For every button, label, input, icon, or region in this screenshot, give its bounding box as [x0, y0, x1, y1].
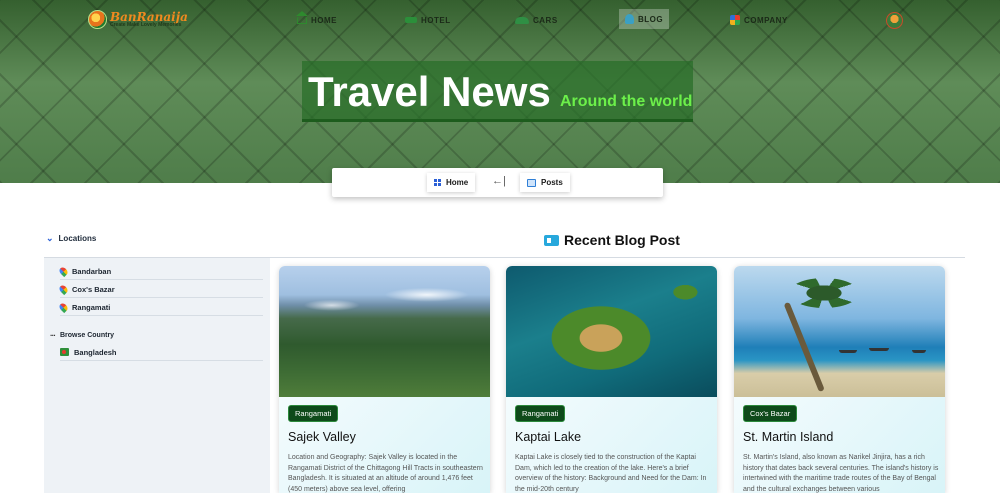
- blog-card-st-martin-island[interactable]: Cox's Bazar St. Martin Island St. Martin…: [734, 266, 945, 493]
- map-pin-icon: [57, 283, 70, 295]
- blog-card-title[interactable]: St. Martin Island: [743, 430, 833, 444]
- sidebar-item-label: Bandarban: [72, 266, 112, 276]
- map-pin-icon: [57, 265, 70, 277]
- page-subtitle: Around the world: [560, 93, 693, 110]
- blog-card-sajek-valley[interactable]: Rangamati Sajek Valley Location and Geog…: [279, 266, 490, 493]
- blog-card-excerpt: Kaptai Lake is closely tied to the const…: [515, 454, 707, 493]
- breadcrumb-home[interactable]: Home: [427, 173, 476, 192]
- page-title: Travel News: [308, 68, 551, 115]
- breadcrumb-home-label: Home: [446, 178, 469, 187]
- location-tag[interactable]: Rangamati: [288, 405, 339, 422]
- breadcrumb: Home ←| Posts: [332, 168, 663, 197]
- brand-logo[interactable]: BanRanaija Create Make Lovely Memories: [88, 10, 188, 29]
- sidebar: Bandarban Cox's Bazar Rangamati ··· Brow…: [44, 258, 270, 493]
- nav-item-cars[interactable]: CARS: [515, 11, 558, 29]
- recent-blog-heading: Recent Blog Post: [544, 232, 680, 248]
- grid-icon: [434, 179, 441, 186]
- bangladesh-flag-icon: [60, 348, 69, 356]
- car-icon: [515, 16, 529, 24]
- sidebar-item-bandarban[interactable]: Bandarban: [57, 263, 263, 280]
- sidebar-item-bangladesh[interactable]: Bangladesh: [60, 344, 263, 361]
- nav-item-company[interactable]: COMPANY: [730, 11, 788, 29]
- hero-banner: BanRanaija Create Make Lovely Memories H…: [0, 0, 1000, 183]
- nav-label: COMPANY: [744, 15, 788, 25]
- back-arrow-icon[interactable]: ←|: [492, 175, 506, 187]
- locations-title: Locations: [58, 234, 97, 243]
- hotel-icon: [405, 17, 417, 23]
- blog-card-title[interactable]: Sajek Valley: [288, 430, 356, 444]
- nav-item-hotel[interactable]: HOTEL: [405, 11, 451, 29]
- nav-label: HOTEL: [421, 15, 451, 25]
- nav-label: HOME: [311, 15, 337, 25]
- nav-label: BLOG: [638, 14, 664, 24]
- blog-card-image[interactable]: [734, 266, 945, 397]
- sidebar-item-label: Cox's Bazar: [72, 284, 115, 294]
- logo-icon: [88, 10, 107, 29]
- chevron-down-icon: ⌄: [46, 233, 54, 243]
- sidebar-item-coxs-bazar[interactable]: Cox's Bazar: [57, 281, 263, 298]
- blog-card-title[interactable]: Kaptai Lake: [515, 430, 581, 444]
- blog-post-icon: [544, 234, 559, 246]
- posts-icon: [527, 178, 536, 187]
- blog-card-kaptai-lake[interactable]: Rangamati Kaptai Lake Kaptai Lake is clo…: [506, 266, 717, 493]
- nav-item-home[interactable]: HOME: [296, 11, 337, 29]
- browse-country-heading: ··· Browse Country: [50, 331, 114, 340]
- locations-toggle[interactable]: ⌄ Locations: [46, 233, 96, 244]
- hero-title-box: Travel News Around the world: [302, 61, 693, 122]
- nav-item-blog[interactable]: BLOG: [619, 9, 670, 29]
- sidebar-item-rangamati[interactable]: Rangamati: [57, 299, 263, 316]
- user-avatar-icon[interactable]: [886, 12, 903, 29]
- location-tag[interactable]: Cox's Bazar: [743, 405, 798, 422]
- map-pin-icon: [57, 301, 70, 313]
- sidebar-item-label: Bangladesh: [74, 347, 117, 357]
- browse-country-title: Browse Country: [60, 332, 115, 339]
- blog-card-excerpt: Location and Geography: Sajek Valley is …: [288, 454, 483, 493]
- home-icon: [296, 11, 308, 24]
- breadcrumb-posts-label: Posts: [541, 178, 563, 187]
- blog-icon: [625, 14, 634, 24]
- sidebar-item-label: Rangamati: [72, 302, 111, 312]
- more-dots-icon: ···: [50, 331, 56, 340]
- breadcrumb-posts[interactable]: Posts: [520, 173, 570, 192]
- brand-tagline: Create Make Lovely Memories: [110, 22, 182, 28]
- top-nav: BanRanaija Create Make Lovely Memories H…: [0, 0, 1000, 40]
- blog-card-image[interactable]: [506, 266, 717, 397]
- company-icon: [730, 15, 740, 25]
- recent-blog-title: Recent Blog Post: [564, 232, 680, 248]
- location-tag[interactable]: Rangamati: [515, 405, 566, 422]
- blog-card-image[interactable]: [279, 266, 490, 397]
- blog-card-excerpt: St. Martin's Island, also known as Narik…: [743, 454, 939, 493]
- nav-label: CARS: [533, 15, 558, 25]
